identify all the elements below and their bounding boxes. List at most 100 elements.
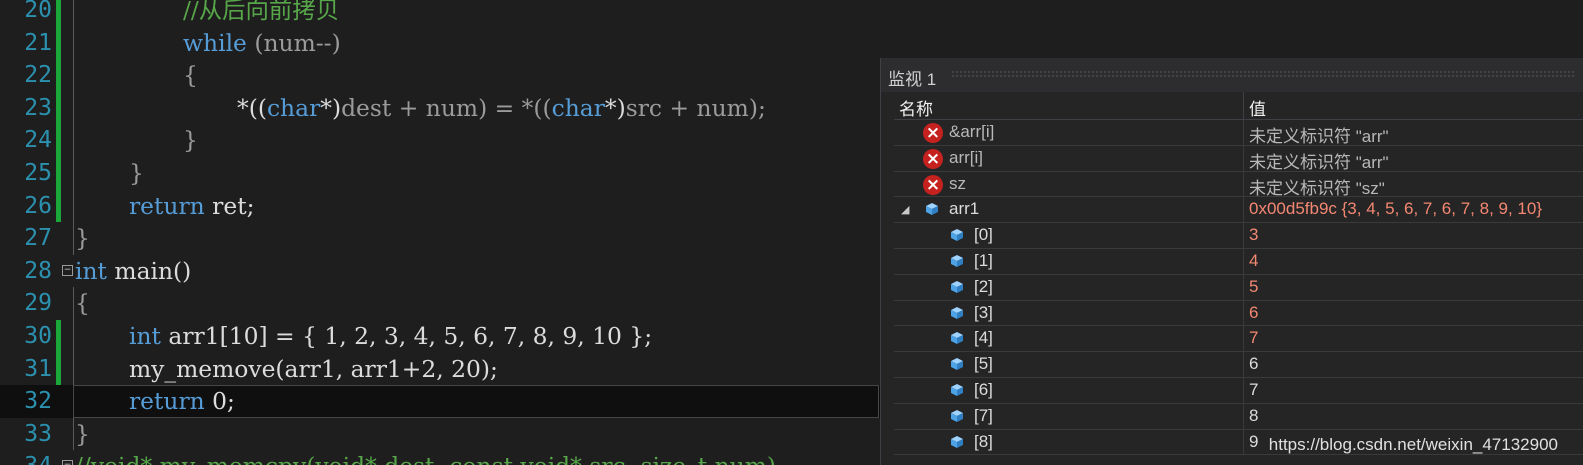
watch-value[interactable]: 6	[1249, 354, 1258, 374]
watch-value[interactable]: 未定义标识符 "sz"	[1249, 174, 1385, 199]
watch-row[interactable]: [0] 3	[894, 223, 1583, 249]
indent-guide	[73, 59, 74, 92]
watch-value[interactable]: 4	[1249, 251, 1258, 271]
watch-title-bar[interactable]: 监视 1	[881, 58, 1583, 92]
variable-cube-icon	[951, 306, 963, 319]
line-number: 25	[24, 160, 52, 186]
indent-guide	[73, 417, 74, 451]
watch-value[interactable]: 5	[1249, 277, 1258, 297]
code-line[interactable]: 24 }	[0, 124, 880, 157]
code-line[interactable]: 23 *((char*)dest + num) = *((char*)src +…	[0, 91, 880, 125]
code-text: main()	[106, 256, 192, 285]
watch-name[interactable]: [2]	[974, 277, 993, 297]
code-line[interactable]: 21 while (num--)	[0, 26, 880, 60]
watch-window[interactable]: 监视 1 名称 值 × &arr[i] 未定义标识符 "arr" × arr[i] 未定义…	[880, 58, 1583, 465]
line-number: 32	[24, 388, 52, 415]
watch-name[interactable]: [4]	[974, 328, 993, 348]
watch-name[interactable]: arr[i]	[949, 148, 983, 168]
code-line[interactable]: 28 − int main()	[0, 255, 880, 288]
error-icon: ×	[923, 174, 943, 195]
line-number: 33	[24, 420, 52, 447]
code-editor[interactable]: 20 //从后向前拷贝 21 while (num--) 22 { 23 *((…	[0, 0, 880, 465]
variable-cube-icon	[951, 332, 963, 345]
watch-value[interactable]: 未定义标识符 "arr"	[1249, 122, 1389, 147]
watch-value[interactable]: 8	[1249, 406, 1258, 426]
column-header-value[interactable]: 值	[1249, 95, 1266, 120]
watch-name[interactable]: sz	[949, 174, 966, 194]
watch-row[interactable]: [4] 7	[894, 326, 1583, 353]
code-text: *)	[320, 93, 342, 122]
watch-title: 监视 1	[888, 70, 937, 89]
watch-row[interactable]: [6] 7	[894, 378, 1583, 404]
code-line[interactable]: 33 }	[0, 417, 880, 451]
column-divider	[1243, 197, 1244, 223]
indent-guide	[73, 222, 74, 255]
error-icon: ×	[923, 123, 943, 143]
watch-name[interactable]: arr1	[949, 199, 979, 219]
column-divider	[1243, 249, 1244, 274]
watch-row[interactable]: [7] 8	[894, 403, 1583, 430]
code-line[interactable]: 30 int arr1[10] = { 1, 2, 3, 4, 5, 6, 7,…	[0, 320, 880, 353]
code-text: 0;	[204, 387, 235, 416]
drag-grip[interactable]	[951, 70, 1574, 78]
watch-name[interactable]: [0]	[974, 225, 993, 245]
indent-guide	[73, 91, 74, 125]
code-line[interactable]: 31 my_memove(arr1, arr1+2, 20);	[0, 352, 880, 386]
watch-value[interactable]: 6	[1249, 303, 1258, 323]
watch-row[interactable]: × &arr[i] 未定义标识符 "arr"	[894, 120, 1583, 146]
code-line[interactable]: 26 return ret;	[0, 189, 880, 223]
collapse-toggle-icon[interactable]: −	[62, 264, 73, 276]
code-line[interactable]: 20 //从后向前拷贝	[0, 0, 880, 27]
error-icon: ×	[923, 148, 943, 169]
collapse-toggle-icon[interactable]: −	[62, 460, 73, 465]
code-line[interactable]: 22 {	[0, 59, 880, 92]
variable-cube-icon	[951, 358, 963, 371]
watch-value[interactable]: 0x00d5fb9c {3, 4, 5, 6, 7, 6, 7, 8, 9, 1…	[1249, 199, 1542, 219]
watch-name[interactable]: [7]	[974, 406, 993, 426]
change-bar	[56, 157, 61, 190]
column-header-name[interactable]: 名称	[899, 95, 933, 120]
watch-value[interactable]: 7	[1249, 380, 1258, 400]
change-bar	[56, 91, 61, 125]
watch-name[interactable]: [1]	[974, 251, 993, 271]
watch-row[interactable]: [1] 4	[894, 249, 1583, 275]
watch-value[interactable]: 9	[1249, 432, 1258, 452]
line-number: 20	[24, 0, 52, 23]
line-number: 23	[24, 94, 52, 121]
change-bar	[56, 26, 61, 60]
code-text: {	[75, 289, 90, 318]
watch-name[interactable]: [8]	[974, 432, 993, 452]
code-line[interactable]: 34 − //void* my_memcpy(void* dest, const…	[0, 450, 880, 465]
watch-name[interactable]: [3]	[974, 303, 993, 323]
watch-row[interactable]: [5] 6	[894, 352, 1583, 378]
watch-value[interactable]: 3	[1249, 225, 1258, 245]
indent-guide	[73, 320, 74, 353]
variable-cube-icon	[951, 229, 963, 242]
watch-row[interactable]: × sz 未定义标识符 "sz"	[894, 171, 1583, 199]
watch-name[interactable]: &arr[i]	[949, 122, 994, 142]
keyword: return	[129, 387, 205, 416]
column-divider[interactable]	[1243, 92, 1244, 119]
watch-row[interactable]: [3] 6	[894, 300, 1583, 327]
code-line[interactable]: 25 }	[0, 157, 880, 190]
column-divider	[1243, 171, 1244, 197]
current-code-line[interactable]: 32 return 0;	[0, 385, 880, 418]
code-line[interactable]: 29 {	[0, 287, 880, 320]
expand-arrow-icon[interactable]: ◢	[901, 203, 909, 216]
code-comment: //从后向前拷贝	[183, 0, 340, 24]
line-number: 27	[24, 225, 52, 252]
code-line[interactable]: 27 }	[0, 222, 880, 255]
watch-name[interactable]: [6]	[974, 380, 993, 400]
watch-row[interactable]: × arr[i] 未定义标识符 "arr"	[894, 145, 1583, 173]
watch-name[interactable]: [5]	[974, 354, 993, 374]
line-number: 22	[24, 62, 52, 89]
watch-row[interactable]: [2] 5	[894, 274, 1583, 301]
watermark: https://blog.csdn.net/weixin_47132900	[1268, 435, 1558, 454]
watch-value[interactable]: 未定义标识符 "arr"	[1249, 148, 1389, 173]
watch-row[interactable]: ◢ arr1 0x00d5fb9c {3, 4, 5, 6, 7, 6, 7, 8,…	[894, 197, 1583, 224]
code-text: *)	[604, 93, 626, 122]
indent-guide	[73, 124, 74, 157]
line-number: 28	[24, 257, 52, 284]
watch-value[interactable]: 7	[1249, 328, 1258, 348]
variable-cube-icon	[951, 435, 963, 448]
